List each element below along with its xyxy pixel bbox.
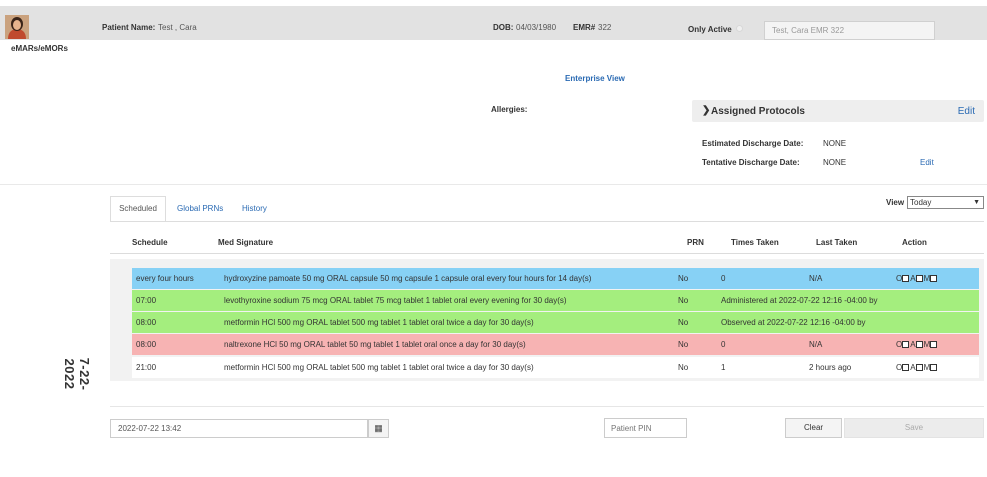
- prn-cell: No: [678, 274, 689, 283]
- estimated-discharge-value: NONE: [823, 139, 847, 148]
- prn-cell: No: [678, 340, 689, 349]
- action-checkbox[interactable]: [930, 364, 938, 371]
- tab-underline: [110, 221, 984, 222]
- col-action: Action: [902, 238, 927, 247]
- section-divider: [0, 184, 987, 185]
- table-row[interactable]: 08:00 metformin HCl 500 mg ORAL tablet 50…: [132, 312, 979, 333]
- schedule-cell: 08:00: [136, 318, 157, 327]
- med-signature-cell: hydroxyzine pamoate 50 mg ORAL capsule 5…: [224, 274, 592, 283]
- protocols-edit-link[interactable]: Edit: [958, 106, 975, 117]
- patient-header: Patient Name: Test , Cara DOB: 04/03/198…: [0, 6, 987, 40]
- tab-scheduled[interactable]: Scheduled: [110, 196, 166, 222]
- prn-cell: No: [678, 296, 689, 305]
- col-prn: PRN: [687, 238, 704, 247]
- enterprise-view-link[interactable]: Enterprise View: [565, 74, 625, 83]
- last-taken-cell: N/A: [809, 340, 823, 349]
- action-checkboxes: OAM: [896, 340, 938, 349]
- action-checkboxes: OAM: [896, 363, 938, 372]
- schedule-date-label: 7-22-2022: [62, 357, 92, 391]
- view-select[interactable]: Today ▼: [907, 196, 984, 209]
- view-selected-value: Today: [910, 198, 932, 207]
- action-letter: M: [923, 363, 931, 372]
- schedule-cell: 08:00: [136, 340, 157, 349]
- times-taken-cell: Observed at 2022-07-22 12:16 -04:00 by: [721, 318, 866, 327]
- tab-global-prns[interactable]: Global PRNs: [177, 204, 223, 213]
- schedule-cell: every four hours: [136, 274, 194, 283]
- footer-divider: [110, 406, 984, 407]
- action-checkbox[interactable]: [930, 341, 938, 348]
- times-taken-cell: 1: [721, 363, 726, 372]
- chevron-down-icon: ▼: [973, 199, 980, 206]
- dob-label: DOB:: [493, 23, 514, 32]
- assigned-protocols-panel[interactable]: ❯ Assigned Protocols Edit: [692, 100, 984, 122]
- discharge-edit-link[interactable]: Edit: [920, 158, 934, 167]
- action-checkbox[interactable]: [902, 341, 910, 348]
- prn-cell: No: [678, 318, 689, 327]
- patient-search-input[interactable]: [764, 21, 935, 40]
- patient-name: Test , Cara: [158, 23, 197, 32]
- tentative-discharge-value: NONE: [823, 158, 847, 167]
- emr-label: EMR#: [573, 23, 596, 32]
- tab-history[interactable]: History: [242, 204, 267, 213]
- estimated-discharge-label: Estimated Discharge Date:: [702, 139, 804, 148]
- schedule-cell: 07:00: [136, 296, 157, 305]
- last-taken-cell: 2 hours ago: [809, 363, 852, 372]
- action-checkbox[interactable]: [915, 364, 923, 371]
- med-signature-cell: metformin HCl 500 mg ORAL tablet 500 mg …: [224, 318, 534, 327]
- view-label: View: [886, 198, 905, 207]
- times-taken-cell: 0: [721, 274, 726, 283]
- calendar-icon[interactable]: ▦: [368, 419, 389, 438]
- action-letter: M: [923, 340, 931, 349]
- table-header-divider: [110, 253, 984, 254]
- table-row[interactable]: every four hours hydroxyzine pamoate 50 m…: [132, 268, 979, 289]
- action-checkbox[interactable]: [902, 364, 910, 371]
- col-schedule: Schedule: [132, 238, 168, 247]
- chevron-right-icon: ❯: [702, 105, 711, 116]
- allergies-label: Allergies:: [491, 105, 528, 114]
- action-letter: M: [923, 274, 931, 283]
- patient-pin-input[interactable]: [604, 418, 687, 438]
- emr-value: 322: [598, 23, 612, 32]
- patient-name-label: Patient Name:: [102, 23, 156, 32]
- schedule-cell: 21:00: [136, 363, 157, 372]
- action-checkbox[interactable]: [902, 275, 910, 282]
- only-active-label: Only Active: [688, 25, 732, 34]
- table-row[interactable]: 07:00 levothyroxine sodium 75 mcg ORAL ta…: [132, 290, 979, 311]
- tentative-discharge-label: Tentative Discharge Date:: [702, 158, 800, 167]
- prn-cell: No: [678, 363, 689, 372]
- only-active-toggle[interactable]: [736, 25, 743, 32]
- col-med-signature: Med Signature: [218, 238, 274, 247]
- datetime-input[interactable]: 2022-07-22 13:42: [110, 419, 368, 438]
- dob-value: 04/03/1980: [516, 23, 557, 32]
- action-checkbox[interactable]: [930, 275, 938, 282]
- med-signature-cell: levothyroxine sodium 75 mcg ORAL tablet …: [224, 296, 567, 305]
- action-checkboxes: OAM: [896, 274, 938, 283]
- times-taken-cell: 0: [721, 340, 726, 349]
- times-taken-cell: Administered at 2022-07-22 12:16 -04:00 …: [721, 296, 878, 305]
- med-signature-cell: naltrexone HCl 50 mg ORAL tablet 50 mg t…: [224, 340, 526, 349]
- table-row[interactable]: 21:00 metformin HCl 500 mg ORAL tablet 50…: [132, 357, 979, 378]
- last-taken-cell: N/A: [809, 274, 823, 283]
- assigned-protocols-title: Assigned Protocols: [711, 106, 805, 117]
- action-checkbox[interactable]: [915, 275, 923, 282]
- table-row[interactable]: 08:00 naltrexone HCl 50 mg ORAL tablet 50…: [132, 334, 979, 355]
- col-last-taken: Last Taken: [816, 238, 858, 247]
- save-button[interactable]: Save: [844, 418, 984, 438]
- med-signature-cell: metformin HCl 500 mg ORAL tablet 500 mg …: [224, 363, 534, 372]
- clear-button[interactable]: Clear: [785, 418, 842, 438]
- col-times-taken: Times Taken: [731, 238, 779, 247]
- app-label: eMARs/eMORs: [11, 44, 68, 53]
- action-checkbox[interactable]: [915, 341, 923, 348]
- patient-avatar: [5, 15, 29, 39]
